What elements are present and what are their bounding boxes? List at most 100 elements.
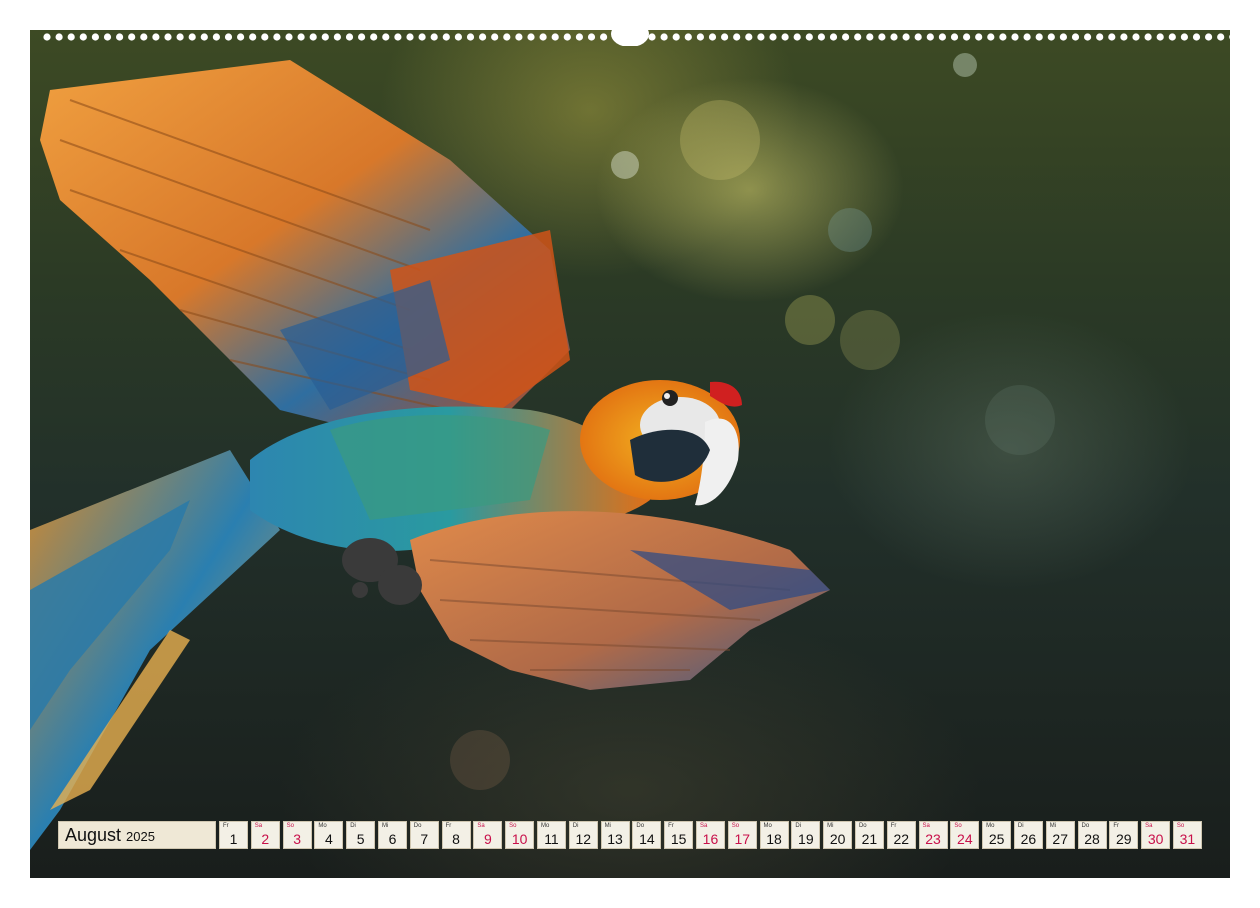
day-number: 28 xyxy=(1084,831,1100,847)
binding-hole xyxy=(116,33,124,41)
day-number: 13 xyxy=(607,831,623,847)
day-number: 16 xyxy=(702,831,719,847)
day-number: 4 xyxy=(324,831,333,847)
binding-hole xyxy=(793,33,801,41)
weekday-label: Fr xyxy=(445,823,452,829)
binding-hole xyxy=(430,33,438,41)
day-number: 14 xyxy=(639,831,655,847)
weekday-label: Fr xyxy=(890,823,897,829)
binding-hole xyxy=(503,33,511,41)
day-cells: Fr 1 Sa 2 So 3 Mo 4 Di 5 Mi 6 Do 7 Fr 8 Sa 9 So 10 Mo 11 Di 12 M… xyxy=(219,821,1205,849)
binding-hole xyxy=(1071,33,1080,41)
binding-hole xyxy=(176,33,184,41)
binding-hole xyxy=(261,33,269,41)
day-cell: So 17 xyxy=(727,821,757,849)
binding-hole xyxy=(890,33,898,41)
day-number: 11 xyxy=(544,831,559,847)
binding-hole xyxy=(866,33,874,41)
day-cell: Sa 23 xyxy=(918,821,948,849)
binding-hole xyxy=(212,33,220,41)
binding-hole xyxy=(249,33,257,41)
weekday-label: Mo xyxy=(763,823,772,829)
binding-hole xyxy=(1217,33,1225,41)
binding-hole xyxy=(805,33,813,41)
weekday-label: So xyxy=(954,823,962,829)
binding-hole xyxy=(1168,33,1176,41)
day-cell: Di 19 xyxy=(791,821,821,849)
day-cell: Fr 22 xyxy=(886,821,916,849)
binding-hole xyxy=(757,33,765,41)
binding-hole xyxy=(1132,33,1140,41)
binding-hole xyxy=(575,33,584,41)
binding-hole xyxy=(128,33,136,41)
weekday-label: Mi xyxy=(1049,823,1057,829)
weekday-label: So xyxy=(731,823,740,829)
binding-hole xyxy=(1059,33,1067,41)
weekday-label: Do xyxy=(413,823,422,829)
binding-hole xyxy=(273,33,281,41)
weekday-label: Sa xyxy=(1145,823,1153,829)
weekday-label: Mi xyxy=(827,823,834,829)
month-label: August 2025 xyxy=(58,821,216,849)
weekday-label: Di xyxy=(795,823,802,829)
binding-hole xyxy=(309,33,317,41)
binding-hole xyxy=(1180,33,1188,41)
binding-hole xyxy=(164,33,172,41)
weekday-label: Sa xyxy=(254,823,263,829)
day-number: 23 xyxy=(925,831,941,847)
binding-hole xyxy=(515,33,523,41)
binding-hole xyxy=(696,33,705,41)
binding-hole xyxy=(1084,33,1092,41)
day-number: 19 xyxy=(798,831,814,847)
day-cell: Mi 20 xyxy=(823,821,853,849)
day-number: 17 xyxy=(734,831,751,847)
binding-hole xyxy=(587,33,596,41)
binding-hole xyxy=(999,33,1007,41)
binding-hole xyxy=(406,33,414,41)
day-cell: Sa 30 xyxy=(1141,821,1171,849)
binding-hole xyxy=(55,33,63,41)
day-cell: Do 21 xyxy=(854,821,884,849)
binding-hole xyxy=(79,33,87,41)
calendar-strip: August 2025 Fr 1 Sa 2 So 3 Mo 4 Di 5 Mi 6 Do 7 Fr 8 Sa 9 S… xyxy=(58,821,1205,849)
day-number: 2 xyxy=(261,831,270,847)
binding-hole xyxy=(333,33,341,41)
binding-hole xyxy=(1229,34,1230,40)
month-year: 2025 xyxy=(126,829,155,844)
weekday-label: Mo xyxy=(986,823,995,829)
binding-hole xyxy=(188,33,196,41)
binding-hole xyxy=(418,33,426,41)
day-cell: Mi 6 xyxy=(377,821,407,849)
weekday-label: Do xyxy=(1081,823,1090,829)
binding-hole xyxy=(237,33,245,41)
weekday-label: Do xyxy=(858,823,867,829)
binding-hole xyxy=(103,33,112,41)
day-number: 5 xyxy=(356,831,365,847)
binding-hole xyxy=(708,33,717,41)
day-cell: Mo 25 xyxy=(982,821,1012,849)
binding-hole xyxy=(200,33,208,41)
binding-hole xyxy=(1011,33,1019,41)
binding-hole xyxy=(987,33,995,41)
binding-hole xyxy=(1096,33,1104,41)
binding-hole xyxy=(563,33,571,41)
binding-hole xyxy=(902,33,910,41)
weekday-label: Sa xyxy=(477,823,485,829)
day-number: 21 xyxy=(861,831,878,847)
day-number: 1 xyxy=(229,831,238,847)
weekday-label: Do xyxy=(636,823,645,829)
weekday-label: Sa xyxy=(699,823,708,829)
day-number: 12 xyxy=(575,831,592,847)
binding-hole xyxy=(491,33,499,41)
binding-hole xyxy=(454,33,462,41)
binding-hole xyxy=(733,33,741,41)
binding-hole xyxy=(551,33,559,41)
binding-hole xyxy=(684,33,692,41)
binding-hole xyxy=(963,33,971,41)
binding-hole xyxy=(842,33,850,41)
day-number: 6 xyxy=(388,831,397,847)
day-cell: Mi 27 xyxy=(1045,821,1075,849)
day-number: 25 xyxy=(988,831,1005,847)
binding-holes xyxy=(43,30,1230,46)
binding-hole xyxy=(817,33,826,41)
